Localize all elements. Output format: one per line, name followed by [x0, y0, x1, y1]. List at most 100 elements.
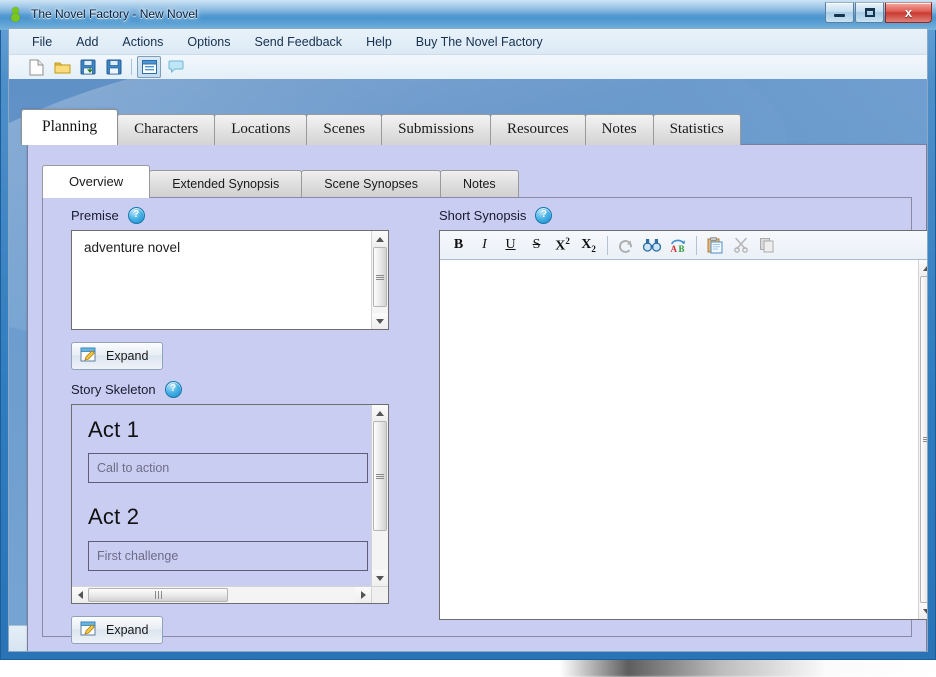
synopsis-scroll-thumb[interactable] [920, 276, 927, 603]
svg-text:A: A [670, 244, 677, 253]
svg-text:B: B [678, 244, 684, 253]
underline-icon: U [505, 237, 516, 252]
title-bar[interactable]: The Novel Factory - New Novel x [0, 0, 936, 28]
subscript-button[interactable]: X2 [576, 234, 601, 257]
grip-icon [376, 473, 384, 480]
close-button[interactable]: x [885, 2, 932, 23]
menu-item-file[interactable]: File [23, 32, 61, 52]
save-as-icon [80, 59, 96, 75]
skeleton-scroll-up-button[interactable] [372, 405, 388, 421]
rte-separator-1 [607, 235, 608, 255]
act-2-beat-input[interactable]: First challenge [88, 541, 368, 571]
triangle-up-icon [376, 410, 384, 416]
short-synopsis-textarea[interactable] [440, 260, 927, 619]
skeleton-scroll-left-button[interactable] [72, 587, 88, 603]
menu-item-help[interactable]: Help [357, 32, 401, 52]
premise-scroll-down-button[interactable] [372, 313, 388, 329]
undo-icon [617, 237, 634, 253]
synopsis-scroll-track[interactable] [919, 276, 927, 603]
client-area: File Add Actions Options Send Feedback H… [8, 28, 928, 652]
premise-expand-button[interactable]: Expand [71, 342, 164, 370]
save-as-button[interactable] [77, 57, 99, 77]
application-window: The Novel Factory - New Novel x File Add… [0, 0, 936, 660]
comment-button[interactable] [165, 57, 187, 77]
app-icon [8, 6, 24, 22]
synopsis-scrollbar-vertical[interactable] [918, 260, 927, 619]
save-button[interactable] [103, 57, 125, 77]
close-icon: x [904, 5, 913, 20]
maximize-button[interactable] [855, 2, 884, 23]
act-1-beat-placeholder: Call to action [97, 461, 170, 475]
panel-toggle-button[interactable] [137, 56, 161, 78]
minimize-button[interactable] [825, 2, 854, 23]
skeleton-scroll-track[interactable] [372, 421, 388, 570]
premise-help-icon[interactable]: ? [127, 207, 145, 224]
scrollbar-corner [371, 586, 388, 603]
premise-scroll-track[interactable] [372, 247, 388, 313]
story-skeleton-scrollbar-horizontal[interactable] [72, 586, 371, 603]
menu-item-actions[interactable]: Actions [113, 32, 172, 52]
find-button[interactable] [639, 234, 664, 257]
tab-characters[interactable]: Characters [117, 114, 216, 145]
story-skeleton-expand-button[interactable]: Expand [71, 616, 164, 644]
underline-button[interactable]: U [498, 234, 523, 257]
tab-planning[interactable]: Planning [21, 109, 119, 145]
story-skeleton-container[interactable]: Act 1 Call to action Act 2 First challen… [71, 404, 389, 604]
grip-icon [376, 274, 384, 281]
new-document-icon [29, 59, 44, 76]
subtab-notes[interactable]: Notes [440, 170, 519, 198]
cut-button[interactable] [728, 234, 753, 257]
skeleton-scroll-right-button[interactable] [355, 587, 371, 603]
paste-icon [707, 236, 723, 254]
short-synopsis-editor: B I U S X2 X2 A B [439, 230, 927, 620]
tab-statistics[interactable]: Statistics [652, 114, 741, 145]
copy-button[interactable] [754, 234, 779, 257]
menu-item-options[interactable]: Options [178, 32, 239, 52]
premise-expand-label: Expand [106, 349, 149, 363]
comment-bubble-icon [168, 60, 184, 74]
premise-textarea[interactable]: adventure novel [71, 230, 389, 330]
triangle-up-icon [923, 265, 927, 271]
premise-scrollbar-vertical[interactable] [371, 231, 388, 329]
story-skeleton-content: Act 1 Call to action Act 2 First challen… [72, 405, 371, 586]
menu-item-add[interactable]: Add [67, 32, 107, 52]
spellcheck-button[interactable]: A B [665, 234, 690, 257]
undo-button[interactable] [613, 234, 638, 257]
menu-item-buy[interactable]: Buy The Novel Factory [407, 32, 552, 52]
tab-locations[interactable]: Locations [214, 114, 308, 145]
open-folder-button[interactable] [51, 57, 73, 77]
bold-button[interactable]: B [446, 234, 471, 257]
story-skeleton-label-text: Story Skeleton [71, 382, 156, 397]
subtab-scene-synopses[interactable]: Scene Synopses [301, 170, 442, 198]
skeleton-hscroll-track[interactable] [88, 587, 355, 603]
tab-submissions[interactable]: Submissions [381, 114, 491, 145]
act-1-beat-input[interactable]: Call to action [88, 453, 368, 483]
synopsis-scroll-down-button[interactable] [919, 603, 927, 619]
tab-resources[interactable]: Resources [489, 114, 586, 145]
paste-button[interactable] [702, 234, 727, 257]
triangle-down-icon [376, 318, 384, 324]
superscript-icon: X2 [555, 235, 570, 254]
menu-item-send-feedback[interactable]: Send Feedback [246, 32, 352, 52]
premise-section-label: Premise ? [71, 207, 145, 224]
open-folder-icon [54, 60, 71, 75]
grip-icon [154, 591, 163, 599]
premise-scroll-thumb[interactable] [373, 247, 387, 307]
save-icon [106, 59, 122, 75]
new-document-button[interactable] [25, 57, 47, 77]
story-skeleton-scrollbar-vertical[interactable] [371, 405, 388, 586]
skeleton-hscroll-thumb[interactable] [88, 588, 228, 602]
italic-button[interactable]: I [472, 234, 497, 257]
skeleton-scroll-thumb[interactable] [373, 421, 387, 531]
skeleton-scroll-down-button[interactable] [372, 570, 388, 586]
tab-notes[interactable]: Notes [584, 114, 654, 145]
short-synopsis-help-icon[interactable]: ? [535, 207, 553, 224]
superscript-button[interactable]: X2 [550, 234, 575, 257]
premise-scroll-up-button[interactable] [372, 231, 388, 247]
synopsis-scroll-up-button[interactable] [919, 260, 927, 276]
tab-scenes[interactable]: Scenes [306, 114, 383, 145]
strikethrough-button[interactable]: S [524, 234, 549, 257]
subtab-overview[interactable]: Overview [42, 165, 151, 198]
subtab-extended-synopsis[interactable]: Extended Synopsis [149, 170, 303, 198]
story-skeleton-help-icon[interactable]: ? [164, 381, 182, 398]
